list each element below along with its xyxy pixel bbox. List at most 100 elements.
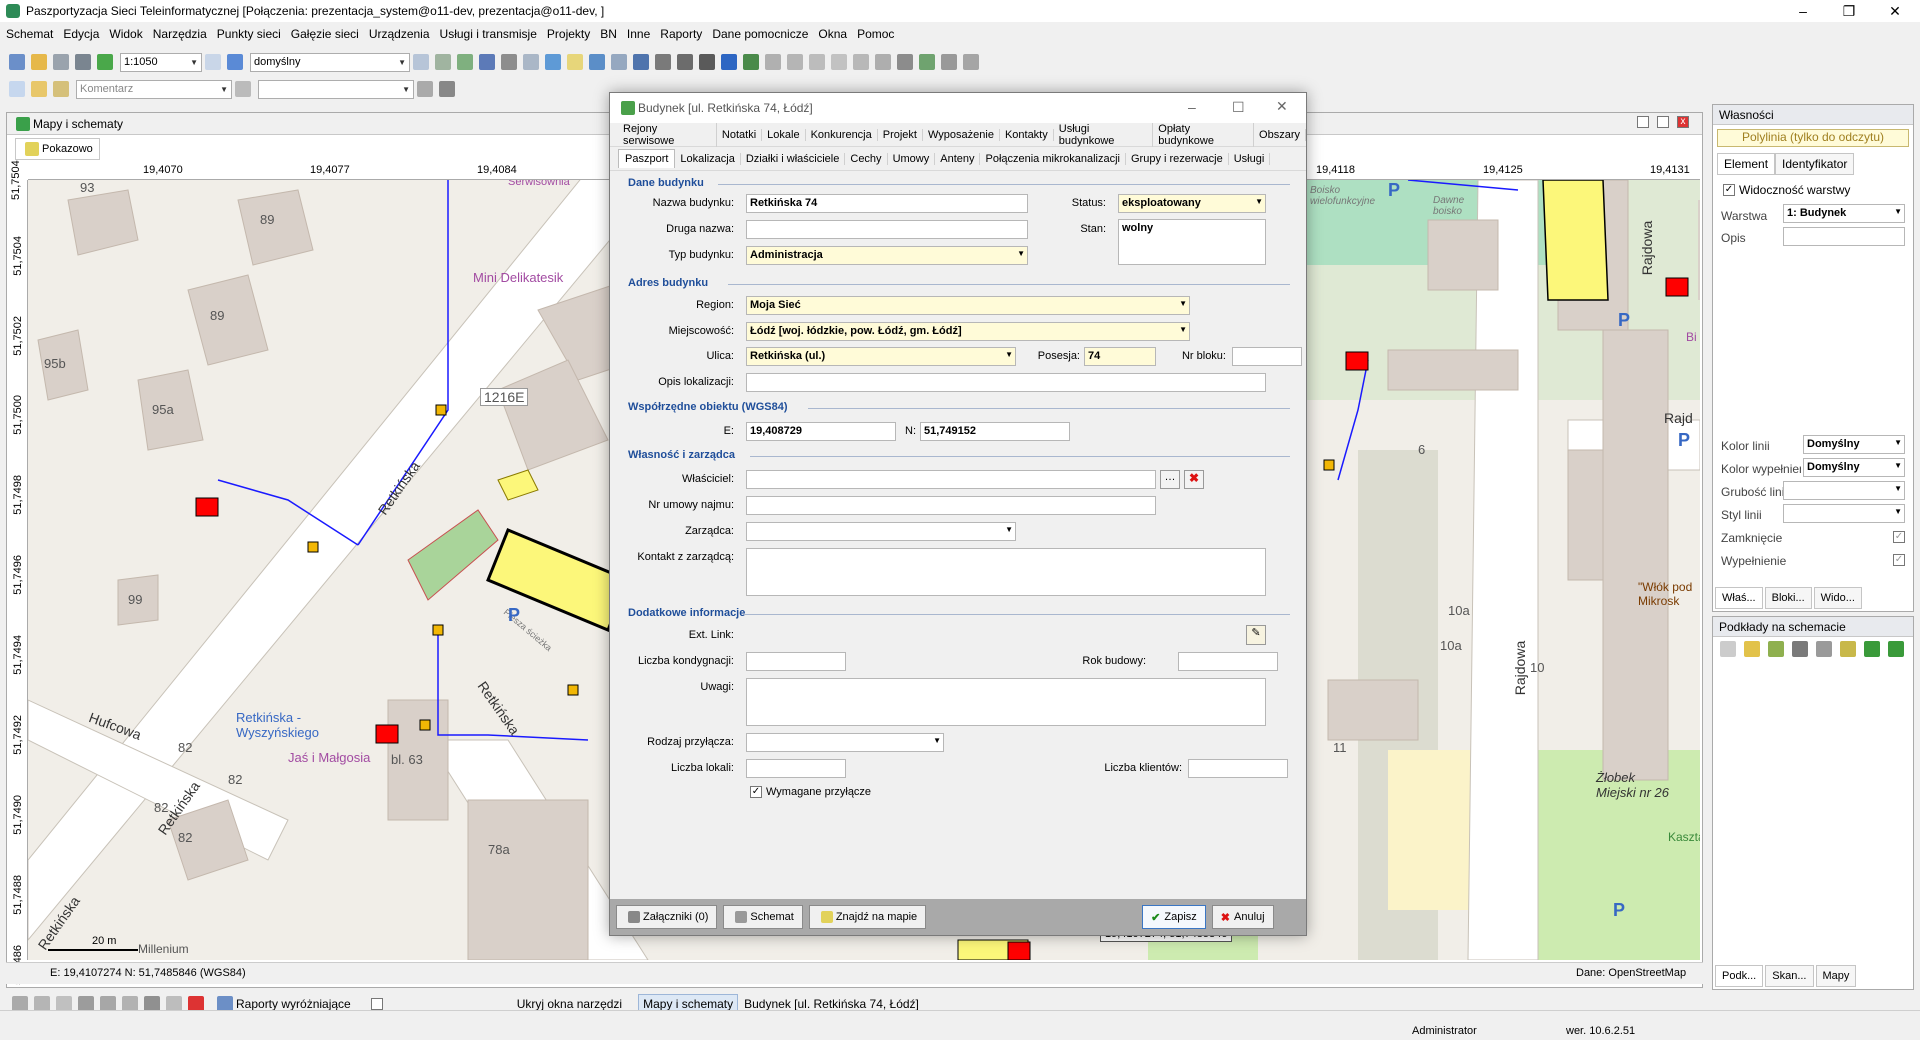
tool-d-icon[interactable] — [831, 54, 847, 70]
brush-icon[interactable] — [53, 81, 69, 97]
panel-close-icon[interactable]: x — [1677, 116, 1689, 128]
tab-projekt[interactable]: Projekt — [878, 128, 923, 141]
green-map-icon[interactable] — [457, 54, 473, 70]
node-marker[interactable] — [567, 684, 579, 696]
dialog-close-icon[interactable]: ✕ — [1276, 98, 1288, 115]
zapisz-button[interactable]: ✔ Zapisz — [1142, 905, 1206, 929]
dialog-maximize-icon[interactable]: ☐ — [1232, 99, 1245, 116]
zoom-in-icon[interactable] — [227, 54, 243, 70]
tool-f-icon[interactable] — [875, 54, 891, 70]
browse-owner-button[interactable]: … — [1160, 470, 1180, 489]
red-device-marker[interactable] — [1345, 351, 1369, 371]
maximize-button[interactable]: ❐ — [1826, 0, 1872, 22]
kontakt-field[interactable] — [746, 548, 1266, 596]
edit-background-icon[interactable] — [1840, 641, 1856, 657]
node-marker[interactable] — [432, 624, 444, 636]
nazwa-field[interactable]: Retkińska 74 — [746, 194, 1028, 213]
red-device-marker[interactable] — [1665, 277, 1689, 297]
tab-paszport[interactable]: Paszport — [618, 149, 676, 168]
map-icon[interactable] — [435, 54, 451, 70]
tab-lokale[interactable]: Lokale — [762, 128, 806, 141]
menu-punkty-sieci[interactable]: Punkty sieci — [217, 27, 281, 41]
typ-budynku-select[interactable]: Administracja ▼ — [746, 246, 1028, 265]
highlight-icon[interactable] — [567, 54, 583, 70]
tab-anteny[interactable]: Anteny — [935, 152, 981, 165]
menu-widok[interactable]: Widok — [109, 27, 142, 41]
kolor-wyp-select[interactable]: Domyślny ▼ — [1803, 458, 1905, 477]
przylacze-select[interactable]: ▼ — [746, 733, 944, 752]
building-icon[interactable] — [501, 54, 517, 70]
tab-kontakty[interactable]: Kontakty — [1000, 128, 1054, 141]
expand-icon[interactable] — [743, 54, 759, 70]
select-area-icon[interactable] — [523, 54, 539, 70]
rok-budowy-field[interactable] — [1178, 652, 1278, 671]
tab-rejony[interactable]: Rejony serwisowe — [618, 122, 717, 147]
tab-podklady[interactable]: Podk... — [1715, 965, 1764, 987]
clear-owner-icon[interactable]: ✖ — [1184, 470, 1204, 489]
pointer-icon[interactable] — [9, 81, 25, 97]
tab-grupy[interactable]: Grupy i rezerwacje — [1126, 152, 1229, 165]
panel-restore-icon[interactable] — [1657, 116, 1669, 128]
menu-projekty[interactable]: Projekty — [547, 27, 590, 41]
posesja-field[interactable]: 74 — [1084, 347, 1156, 366]
styl-select[interactable]: ▼ — [1783, 504, 1905, 523]
line-style-icon[interactable] — [417, 81, 433, 97]
edit-link-icon[interactable]: ✎ — [1246, 625, 1266, 645]
tab-identyfikator[interactable]: Identyfikator — [1775, 153, 1855, 175]
link-icon[interactable] — [439, 81, 455, 97]
properties-icon[interactable] — [1816, 641, 1832, 657]
info-icon[interactable] — [589, 54, 605, 70]
refresh-icon[interactable] — [97, 54, 113, 70]
anuluj-button[interactable]: ✖ Anuluj — [1211, 905, 1274, 929]
znajdz-button[interactable]: Znajdź na mapie — [808, 905, 927, 929]
liczba-lokali-field[interactable] — [746, 759, 846, 778]
person-icon[interactable] — [941, 54, 957, 70]
tab-wyposazenie[interactable]: Wyposażenie — [923, 128, 1000, 141]
nr-bloku-field[interactable] — [1232, 347, 1302, 366]
snap-icon[interactable] — [677, 54, 693, 70]
globe-icon[interactable] — [545, 54, 561, 70]
zoom-icon[interactable] — [205, 54, 221, 70]
red-device-marker[interactable] — [1007, 941, 1031, 960]
lock-icon[interactable] — [235, 81, 251, 97]
new-background-icon[interactable] — [1720, 641, 1736, 657]
kondygnacje-field[interactable] — [746, 652, 846, 671]
cross-icon[interactable] — [699, 54, 715, 70]
status-select[interactable]: eksploatowany ▼ — [1118, 194, 1266, 213]
person-b-icon[interactable] — [963, 54, 979, 70]
measure-icon[interactable] — [721, 54, 737, 70]
ulica-select[interactable]: Retkińska (ul.) ▼ — [746, 347, 1016, 366]
tab-uslugi[interactable]: Usługi — [1229, 152, 1271, 165]
wymagane-przylacze-checkbox[interactable]: ✓ Wymagane przyłącze — [750, 786, 871, 798]
tool-e-icon[interactable] — [853, 54, 869, 70]
tab-wlasnosci[interactable]: Właś... — [1715, 587, 1763, 609]
menu-edycja[interactable]: Edycja — [63, 27, 99, 41]
layer-icon[interactable] — [1768, 641, 1784, 657]
menu-inne[interactable]: Inne — [627, 27, 650, 41]
layer-visibility-checkbox[interactable]: ✓ Widoczność warstwy — [1723, 183, 1850, 197]
minimize-button[interactable]: ‒ — [1780, 0, 1826, 22]
scale-combo[interactable]: 1:1050 ▼ — [120, 52, 202, 72]
zamkniecie-checkbox[interactable]: ✓ — [1893, 531, 1905, 543]
nr-umowy-field[interactable] — [746, 496, 1156, 515]
panel-minimize-icon[interactable] — [1637, 116, 1649, 128]
sync-icon[interactable] — [1888, 641, 1904, 657]
open-icon[interactable] — [31, 54, 47, 70]
menu-dane-pomocnicze[interactable]: Dane pomocnicze — [712, 27, 808, 41]
tab-polaczenia[interactable]: Połączenia mikrokanalizacji — [980, 152, 1126, 165]
taskbar-building[interactable]: Budynek [ul. Retkińska 74, Łódź] — [744, 997, 919, 1011]
node-marker[interactable] — [419, 719, 431, 731]
tab-widoki[interactable]: Wido... — [1813, 587, 1862, 609]
menu-uslugi[interactable]: Usługi i transmisje — [440, 27, 537, 41]
tab-mapy[interactable]: Mapy — [1815, 965, 1857, 987]
tab-obszary[interactable]: Obszary — [1254, 128, 1306, 141]
wlasciciel-field[interactable] — [746, 470, 1156, 489]
tab-notatki[interactable]: Notatki — [717, 128, 763, 141]
print-icon[interactable] — [75, 54, 91, 70]
tool-b-icon[interactable] — [787, 54, 803, 70]
stan-field[interactable]: wolny — [1118, 219, 1266, 265]
red-device-marker[interactable] — [375, 724, 399, 744]
tab-skany[interactable]: Skan... — [1765, 965, 1814, 987]
toolbar-checkbox[interactable] — [370, 998, 383, 1010]
tab-lokalizacja[interactable]: Lokalizacja — [675, 152, 741, 165]
